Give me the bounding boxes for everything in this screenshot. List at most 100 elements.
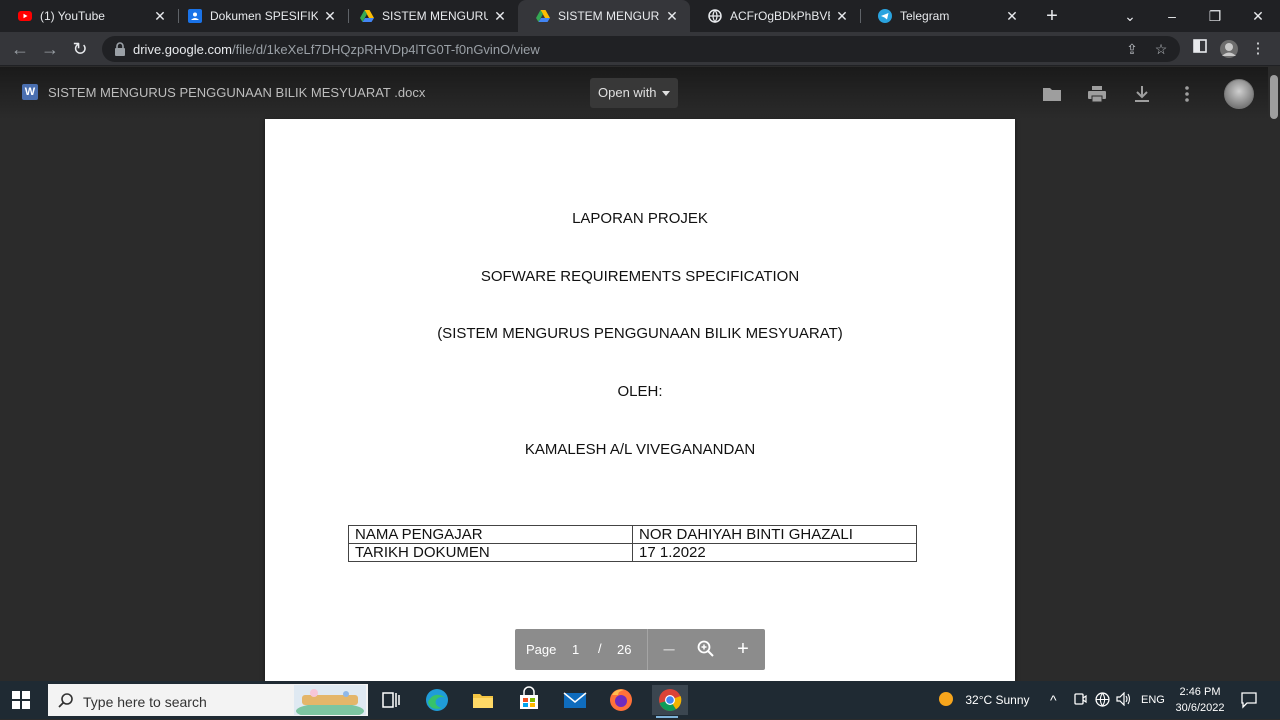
- print-icon[interactable]: [1087, 84, 1107, 104]
- open-with-label: Open with: [598, 85, 657, 100]
- weather-widget[interactable]: 32°C Sunny: [938, 681, 1030, 719]
- page-separator: /: [598, 641, 602, 656]
- close-icon[interactable]: ✕: [492, 8, 508, 24]
- zoom-reset-button[interactable]: [694, 637, 718, 661]
- menu-kebab-icon[interactable]: ⋮: [1248, 39, 1268, 59]
- tab-title: SISTEM MENGURUS P: [382, 9, 488, 23]
- profile-avatar[interactable]: [1219, 39, 1239, 59]
- telegram-icon: [878, 9, 892, 23]
- search-highlight-illustration: [294, 685, 366, 715]
- mail-icon[interactable]: [560, 685, 590, 715]
- document-title: SISTEM MENGURUS PENGGUNAAN BILIK MESYUAR…: [48, 85, 426, 100]
- viewer-header: W SISTEM MENGURUS PENGGUNAAN BILIK MESYU…: [0, 67, 1268, 119]
- tab-drive-active[interactable]: SISTEM MENGURUS P ✕: [518, 0, 690, 32]
- docs-icon: [188, 9, 202, 23]
- page-label: Page: [526, 642, 557, 657]
- tab-telegram[interactable]: Telegram ✕: [860, 0, 1030, 32]
- tab-dokumen[interactable]: Dokumen SPESIFIKASI ✕: [170, 0, 348, 32]
- doc-info-table: NAMA PENGAJAR NOR DAHIYAH BINTI GHAZALI …: [348, 525, 917, 562]
- add-to-drive-folder-icon[interactable]: [1042, 84, 1062, 104]
- close-icon[interactable]: ✕: [322, 8, 338, 24]
- chrome-taskbar-button[interactable]: [652, 685, 688, 718]
- windows-start-icon[interactable]: [12, 691, 30, 709]
- taskbar-clock[interactable]: 2:46 PM 30/6/2022: [1170, 684, 1230, 716]
- url-domain: drive.google.com: [133, 42, 232, 57]
- minimize-button[interactable]: –: [1150, 0, 1194, 32]
- side-panel-icon[interactable]: [1190, 39, 1210, 59]
- address-bar[interactable]: drive.google.com/file/d/1keXeLf7DHQzpRHV…: [102, 36, 1180, 62]
- tab-acfr[interactable]: ACFrOgBDkPhBVBv5Y ✕: [690, 0, 860, 32]
- browser-toolbar: ← → ↻ drive.google.com/file/d/1keXeLf7DH…: [0, 32, 1280, 66]
- edge-icon[interactable]: [422, 685, 452, 715]
- close-window-button[interactable]: ✕: [1236, 0, 1280, 32]
- weather-text: 32°C Sunny: [965, 693, 1030, 707]
- magnifier-icon: [697, 640, 714, 657]
- tab-drive-1[interactable]: SISTEM MENGURUS P ✕: [342, 0, 518, 32]
- scrollbar[interactable]: [1268, 67, 1280, 681]
- tab-title: SISTEM MENGURUS P: [558, 9, 660, 23]
- tab-title: Dokumen SPESIFIKASI: [210, 9, 318, 23]
- notification-center-icon[interactable]: [1240, 691, 1258, 709]
- reload-icon[interactable]: ↻: [68, 37, 92, 61]
- scrollbar-thumb[interactable]: [1270, 75, 1278, 119]
- search-placeholder: Type here to search: [83, 694, 207, 710]
- table-cell: NOR DAHIYAH BINTI GHAZALI: [632, 525, 917, 544]
- doc-heading-oleh: OLEH:: [617, 383, 663, 400]
- show-hidden-icons-chevron-icon[interactable]: ^: [1050, 681, 1057, 719]
- file-explorer-icon[interactable]: [468, 685, 498, 715]
- bookmark-star-icon[interactable]: ☆: [1153, 41, 1169, 57]
- tab-search-dropdown-icon[interactable]: ⌄: [1108, 0, 1152, 32]
- zoom-in-button[interactable]: +: [731, 637, 755, 661]
- account-avatar[interactable]: [1224, 79, 1254, 109]
- share-icon[interactable]: ⇪: [1124, 41, 1140, 57]
- close-icon[interactable]: ✕: [1004, 8, 1020, 24]
- input-language-indicator[interactable]: ENG: [1141, 681, 1165, 719]
- taskbar-search-box[interactable]: Type here to search: [48, 684, 368, 716]
- current-page-input[interactable]: 1: [572, 642, 579, 657]
- forward-arrow-icon[interactable]: →: [38, 37, 62, 61]
- tab-youtube[interactable]: (1) YouTube ✕: [0, 0, 178, 32]
- tab-title: ACFrOgBDkPhBVBv5Y: [730, 9, 830, 23]
- new-tab-button[interactable]: +: [1040, 4, 1064, 28]
- drive-file-viewer: W SISTEM MENGURUS PENGGUNAAN BILIK MESYU…: [0, 67, 1280, 681]
- browser-tab-strip: (1) YouTube ✕ Dokumen SPESIFIKASI ✕ SIST…: [0, 0, 1280, 32]
- close-icon[interactable]: ✕: [834, 8, 850, 24]
- doc-heading-system: (SISTEM MENGURUS PENGGUNAAN BILIK MESYUA…: [437, 325, 843, 342]
- caret-down-icon: [662, 91, 670, 96]
- table-cell: NAMA PENGAJAR: [348, 525, 633, 544]
- task-view-icon[interactable]: [376, 685, 406, 715]
- volume-icon[interactable]: [1116, 681, 1132, 719]
- more-actions-icon[interactable]: [1177, 84, 1197, 104]
- word-doc-icon: W: [22, 84, 38, 100]
- url-text: drive.google.com/file/d/1keXeLf7DHQzpRHV…: [133, 42, 540, 57]
- table-cell: TARIKH DOKUMEN: [348, 543, 633, 562]
- page-navigation-control: Page 1 / 26 – +: [515, 629, 765, 670]
- close-icon[interactable]: ✕: [664, 8, 680, 24]
- drive-icon: [360, 9, 374, 23]
- sun-icon: [939, 692, 953, 706]
- search-icon: [58, 693, 73, 708]
- doc-heading-srs: SOFWARE REQUIREMENTS SPECIFICATION: [480, 268, 800, 285]
- document-page: LAPORAN PROJEK SOFWARE REQUIREMENTS SPEC…: [265, 119, 1015, 681]
- globe-icon: [708, 9, 722, 23]
- microsoft-store-icon[interactable]: [514, 685, 544, 715]
- close-icon[interactable]: ✕: [152, 8, 168, 24]
- clock-date: 30/6/2022: [1175, 702, 1225, 714]
- firefox-icon[interactable]: [606, 685, 636, 715]
- download-icon[interactable]: [1132, 84, 1152, 104]
- meet-now-icon[interactable]: [1073, 681, 1087, 719]
- back-arrow-icon[interactable]: ←: [8, 37, 32, 61]
- tab-title: (1) YouTube: [40, 9, 105, 23]
- zoom-out-button[interactable]: –: [657, 637, 681, 661]
- drive-icon: [536, 9, 550, 23]
- total-pages: 26: [617, 642, 632, 657]
- windows-taskbar: Type here to search 32°C Sunny ^ ENG 2:4…: [0, 681, 1280, 719]
- table-row: TARIKH DOKUMEN 17 1.2022: [348, 543, 917, 562]
- open-with-button[interactable]: Open with: [590, 78, 678, 108]
- youtube-icon: [18, 9, 32, 23]
- restore-button[interactable]: ❐: [1193, 0, 1237, 32]
- table-cell: 17 1.2022: [632, 543, 917, 562]
- network-globe-icon[interactable]: [1095, 681, 1110, 719]
- doc-heading-laporan: LAPORAN PROJEK: [572, 210, 708, 227]
- divider: [647, 629, 648, 670]
